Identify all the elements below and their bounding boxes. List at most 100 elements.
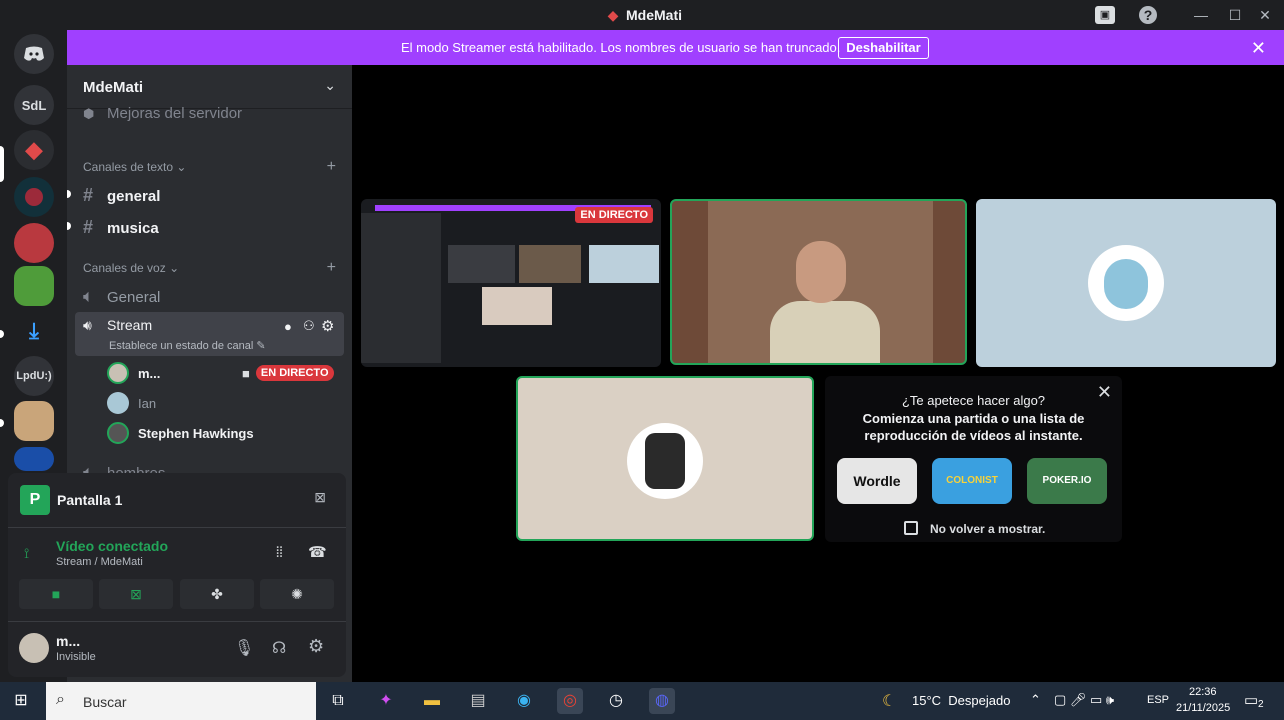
soundboard-button[interactable]: ✺: [260, 579, 334, 609]
voice-user-name: m...: [138, 365, 161, 381]
clock-time[interactable]: 22:36: [1189, 686, 1217, 698]
unread-indicator-2: [67, 222, 71, 230]
invite-icon[interactable]: ⚇: [303, 318, 315, 334]
channel-status-label: Establece un estado de canal: [109, 340, 254, 352]
camera-button[interactable]: ■: [19, 579, 93, 609]
tray-icons[interactable]: ▢ 🎤︎ ▭ 🕪︎: [1054, 692, 1114, 708]
app-icon[interactable]: ▤: [465, 688, 491, 714]
taskbar-search[interactable]: ⌕ Buscar: [46, 682, 316, 720]
clock-date[interactable]: 21/11/2025: [1176, 702, 1230, 714]
taskbar: ⊞ ⌕ Buscar ⧉ ✦ ▬ ▤ ◉ ◎ ◷ ◍ ☾ 15°C Despej…: [0, 682, 1284, 720]
user-tile-ian[interactable]: [976, 199, 1276, 367]
clock-app-icon[interactable]: ◷: [603, 688, 629, 714]
voice-category[interactable]: Canales de voz ⌄: [83, 261, 179, 275]
microphone-icon[interactable]: 🎙︎: [234, 638, 254, 658]
divider: [8, 621, 346, 622]
channel-musica[interactable]: # musica: [83, 217, 159, 238]
add-text-channel-icon[interactable]: +: [327, 158, 336, 176]
game-wordle-button[interactable]: Wordle: [837, 458, 917, 504]
screen-share-icon: P: [20, 485, 50, 515]
discord-home-icon[interactable]: [14, 34, 54, 74]
minimize-icon[interactable]: —: [1192, 6, 1210, 24]
server-photo-icon[interactable]: [14, 401, 54, 441]
file-explorer-icon[interactable]: ▬: [419, 688, 445, 714]
download-icon[interactable]: ⤓: [14, 311, 54, 351]
server-dark-icon[interactable]: [14, 177, 54, 217]
webcam-tile[interactable]: [670, 199, 967, 365]
discord-taskbar-icon[interactable]: ◍: [649, 688, 675, 714]
maximize-icon[interactable]: ☐: [1226, 6, 1244, 24]
server-red-icon[interactable]: [14, 223, 54, 263]
screen-share-button[interactable]: ⊠: [99, 579, 173, 609]
user-tile-stephen[interactable]: [516, 376, 814, 541]
avatar-art: [1104, 259, 1148, 309]
dont-show-checkbox[interactable]: [904, 521, 918, 535]
headphones-icon[interactable]: ☊: [272, 638, 286, 658]
close-banner-icon[interactable]: ✕: [1251, 38, 1266, 59]
stream-tile[interactable]: EN DIRECTO: [361, 199, 661, 367]
user-name: m...: [56, 633, 81, 649]
gear-icon[interactable]: ⚙: [321, 317, 334, 335]
chrome-icon[interactable]: ◎: [557, 688, 583, 714]
server-sdl[interactable]: SdL: [14, 85, 54, 125]
voice-user[interactable]: Stephen Hawkings: [107, 420, 254, 446]
inbox-icon[interactable]: ▣: [1095, 6, 1115, 24]
moon-icon: ☾: [882, 693, 897, 710]
avatar[interactable]: [19, 633, 49, 663]
live-badge: EN DIRECTO: [255, 365, 334, 381]
disconnect-icon[interactable]: ☎: [308, 543, 327, 561]
unread-indicator: [67, 190, 71, 198]
search-icon: ⌕: [56, 691, 65, 708]
activity-button[interactable]: ✤: [180, 579, 254, 609]
language-indicator[interactable]: ESP: [1147, 694, 1169, 706]
unread-pill-2: [0, 419, 4, 427]
noise-suppression-icon[interactable]: ⦙⦙: [276, 544, 283, 561]
server-mdemati-icon[interactable]: ◆: [14, 130, 54, 170]
add-voice-channel-icon[interactable]: +: [327, 259, 336, 277]
user-status: Invisible: [56, 651, 96, 663]
pencil-icon: ✎: [256, 340, 266, 352]
settings-gear-icon[interactable]: ⚙: [308, 636, 324, 657]
help-icon[interactable]: ?: [1139, 6, 1157, 24]
connection-channel: Stream / MdeMati: [56, 556, 143, 568]
soundboard-icon: ✺: [291, 586, 303, 602]
streamer-mode-banner: El modo Streamer está habilitado. Los no…: [67, 30, 1284, 65]
server-green-icon[interactable]: [14, 266, 54, 306]
server-header[interactable]: MdeMati ⌄: [67, 65, 352, 109]
chevron-down-icon[interactable]: ⌄: [324, 77, 336, 94]
signal-icon: ⟟: [24, 545, 30, 561]
copilot-icon[interactable]: ✦: [373, 688, 399, 714]
close-window-icon[interactable]: ✕: [1256, 6, 1274, 24]
rocket-icon: ✤: [211, 586, 223, 602]
speaker-icon: 🔈︎: [83, 286, 94, 306]
server-blue-icon[interactable]: [14, 447, 54, 471]
server-boost-item[interactable]: ⬢ Mejoras del servidor: [83, 105, 242, 122]
text-category-label: Canales de texto: [83, 160, 174, 174]
activity-card: ✕ ¿Te apetece hacer algo? Comienza una p…: [825, 376, 1122, 542]
chat-icon[interactable]: ●: [284, 319, 292, 334]
stop-share-icon[interactable]: ⊠: [314, 489, 326, 506]
voice-user[interactable]: Ian: [107, 390, 156, 416]
windows-start-icon[interactable]: ⊞: [8, 688, 34, 714]
avatar: [107, 362, 129, 384]
voice-channel-stream-label: Stream: [107, 317, 153, 333]
connection-status[interactable]: Vídeo conectado: [56, 538, 168, 554]
voice-channel-general[interactable]: 🔈︎ General: [83, 286, 160, 307]
channel-general[interactable]: # general: [83, 185, 160, 206]
channel-general-label: general: [107, 188, 161, 205]
disable-streamer-button[interactable]: Deshabilitar: [838, 37, 929, 59]
channel-status[interactable]: Establece un estado de canal ✎: [109, 339, 266, 352]
voice-user[interactable]: m... ■ EN DIRECTO: [107, 360, 334, 386]
weather-text[interactable]: 15°C Despejado: [912, 693, 1010, 708]
game-poker-button[interactable]: POKER.IO: [1027, 458, 1107, 504]
notification-count: 2: [1258, 699, 1264, 710]
camera-icon: ■: [51, 586, 61, 602]
edge-icon[interactable]: ◉: [511, 688, 537, 714]
voice-channel-stream[interactable]: 🔊︎ Stream Establece un estado de canal ✎ …: [75, 312, 344, 356]
tray-up-icon[interactable]: ⌃: [1030, 692, 1041, 708]
task-view-icon[interactable]: ⧉: [325, 688, 351, 714]
notification-icon[interactable]: ▭: [1244, 691, 1258, 709]
server-lpdu[interactable]: LpdU:): [14, 356, 54, 396]
text-category[interactable]: Canales de texto ⌄: [83, 160, 186, 174]
game-colonist-button[interactable]: COLONIST: [932, 458, 1012, 504]
